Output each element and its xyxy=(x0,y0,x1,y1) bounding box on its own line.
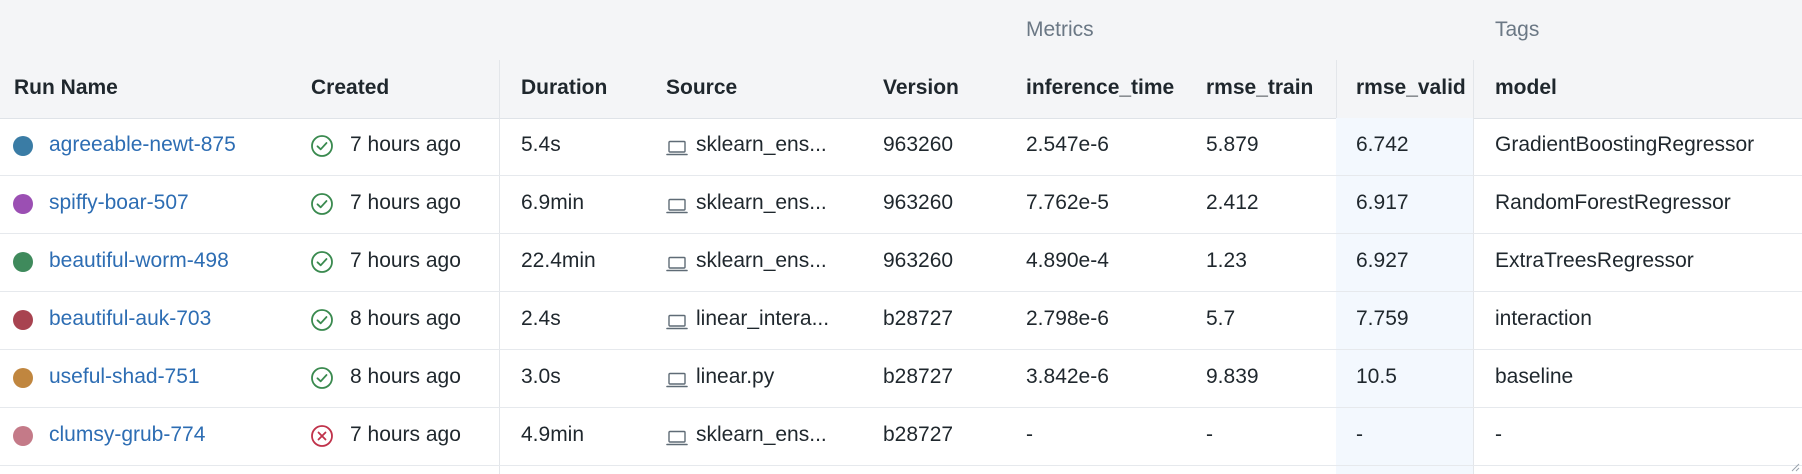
header-version[interactable]: Version xyxy=(883,76,959,100)
metric-rmse-train: - xyxy=(1206,423,1213,446)
column-divider[interactable] xyxy=(1336,60,1337,118)
created-time: 7 hours ago xyxy=(350,423,461,446)
created-time: 7 hours ago xyxy=(350,191,461,214)
laptop-icon xyxy=(666,256,688,272)
duration-cell: 5.4s xyxy=(521,133,561,156)
metric-rmse-train: 1.23 xyxy=(1206,249,1247,272)
metric-rmse-train: 5.879 xyxy=(1206,133,1259,156)
header-inference-time[interactable]: inference_time xyxy=(1026,76,1174,100)
run-name-link[interactable]: useful-shad-751 xyxy=(49,365,200,389)
tag-model: RandomForestRegressor xyxy=(1495,191,1731,214)
run-name-link[interactable]: spiffy-boar-507 xyxy=(49,191,189,215)
duration-cell: 6.9min xyxy=(521,191,585,214)
table-row[interactable]: clumsy-grub-774 7 hours ago 4.9min sklearn_… xyxy=(0,408,1802,466)
group-label-metrics: Metrics xyxy=(1026,18,1094,41)
run-color-dot xyxy=(13,194,33,214)
version-cell[interactable]: 963260 xyxy=(883,191,953,215)
header-rmse-valid[interactable]: rmse_valid xyxy=(1356,76,1466,100)
duration-cell: 22.4min xyxy=(521,249,596,272)
metric-inference-time: 7.762e-5 xyxy=(1026,191,1109,214)
source-link[interactable]: linear_intera... xyxy=(696,307,842,331)
metric-rmse-valid: 10.5 xyxy=(1356,365,1397,388)
version-cell[interactable]: 963260 xyxy=(883,249,953,273)
run-name-link[interactable]: beautiful-worm-498 xyxy=(49,249,229,273)
source-link[interactable]: sklearn_ens... xyxy=(696,191,842,215)
header-run-name[interactable]: Run Name xyxy=(14,76,118,100)
tag-model: GradientBoostingRegressor xyxy=(1495,133,1755,156)
run-color-dot xyxy=(13,136,33,156)
metric-rmse-valid: 6.742 xyxy=(1356,133,1409,156)
table-row[interactable]: beautiful-worm-498 7 hours ago 22.4min skle… xyxy=(0,234,1802,292)
run-color-dot xyxy=(13,310,33,330)
header-model[interactable]: model xyxy=(1495,76,1557,100)
metric-rmse-valid: 6.917 xyxy=(1356,191,1409,214)
run-color-dot xyxy=(13,368,33,388)
laptop-icon xyxy=(666,198,688,214)
column-header-row: Run Name Created Duration Source Version… xyxy=(0,60,1802,119)
laptop-icon xyxy=(666,314,688,330)
version-cell[interactable]: 963260 xyxy=(883,133,953,157)
laptop-icon xyxy=(666,372,688,388)
created-time: 7 hours ago xyxy=(350,249,461,272)
duration-cell: 2.4s xyxy=(521,307,561,330)
metric-rmse-valid: 7.759 xyxy=(1356,307,1409,330)
check-circle-icon xyxy=(311,309,333,331)
check-circle-icon xyxy=(311,251,333,273)
table-row[interactable]: beautiful-auk-703 8 hours ago 2.4s linear_i… xyxy=(0,292,1802,350)
created-time: 8 hours ago xyxy=(350,365,461,388)
source-link[interactable]: sklearn_ens... xyxy=(696,249,842,273)
metric-inference-time: 3.842e-6 xyxy=(1026,365,1109,388)
run-color-dot xyxy=(13,426,33,446)
check-circle-icon xyxy=(311,135,333,157)
version-cell[interactable]: b28727 xyxy=(883,423,953,447)
laptop-icon xyxy=(666,430,688,446)
column-group-header: Metrics Tags xyxy=(0,0,1802,61)
metric-rmse-train: 9.839 xyxy=(1206,365,1259,388)
source-link[interactable]: linear.py xyxy=(696,365,842,389)
metric-inference-time: 2.798e-6 xyxy=(1026,307,1109,330)
header-rmse-train[interactable]: rmse_train xyxy=(1206,76,1313,100)
source-link[interactable]: sklearn_ens... xyxy=(696,133,842,157)
tag-model: interaction xyxy=(1495,307,1592,330)
metric-rmse-train: 2.412 xyxy=(1206,191,1259,214)
metric-inference-time: 2.547e-6 xyxy=(1026,133,1109,156)
header-created[interactable]: Created xyxy=(311,76,389,100)
run-name-link[interactable]: beautiful-auk-703 xyxy=(49,307,211,331)
group-label-tags: Tags xyxy=(1495,18,1540,41)
metric-inference-time: - xyxy=(1026,423,1033,446)
metric-rmse-valid: - xyxy=(1356,423,1363,446)
table-row[interactable]: useful-shad-751 8 hours ago 3.0s linear.py b… xyxy=(0,350,1802,408)
metric-rmse-train: 5.7 xyxy=(1206,307,1236,330)
version-cell[interactable]: b28727 xyxy=(883,365,953,389)
duration-cell: 4.9min xyxy=(521,423,585,446)
header-duration[interactable]: Duration xyxy=(521,76,607,100)
duration-cell: 3.0s xyxy=(521,365,561,388)
metric-rmse-valid: 6.927 xyxy=(1356,249,1409,272)
header-source[interactable]: Source xyxy=(666,76,737,100)
laptop-icon xyxy=(666,140,688,156)
runs-table: Metrics Tags Run Name Created Duration S… xyxy=(0,0,1802,474)
run-color-dot xyxy=(13,252,33,272)
table-row[interactable]: agreeable-newt-875 7 hours ago 5.4s sklearn… xyxy=(0,118,1802,176)
run-name-link[interactable]: clumsy-grub-774 xyxy=(49,423,205,447)
tag-model: baseline xyxy=(1495,365,1574,388)
tag-model: ExtraTreesRegressor xyxy=(1495,249,1694,272)
check-circle-icon xyxy=(311,367,333,389)
created-time: 7 hours ago xyxy=(350,133,461,156)
source-link[interactable]: sklearn_ens... xyxy=(696,423,842,447)
run-name-link[interactable]: agreeable-newt-875 xyxy=(49,133,236,157)
table-row[interactable]: spiffy-boar-507 7 hours ago 6.9min sklearn_… xyxy=(0,176,1802,234)
created-time: 8 hours ago xyxy=(350,307,461,330)
version-cell[interactable]: b28727 xyxy=(883,307,953,331)
metric-inference-time: 4.890e-4 xyxy=(1026,249,1109,272)
resize-handle-icon[interactable] xyxy=(1790,462,1800,472)
check-circle-icon xyxy=(311,193,333,215)
x-circle-icon xyxy=(311,425,333,447)
tag-model: - xyxy=(1495,423,1502,446)
